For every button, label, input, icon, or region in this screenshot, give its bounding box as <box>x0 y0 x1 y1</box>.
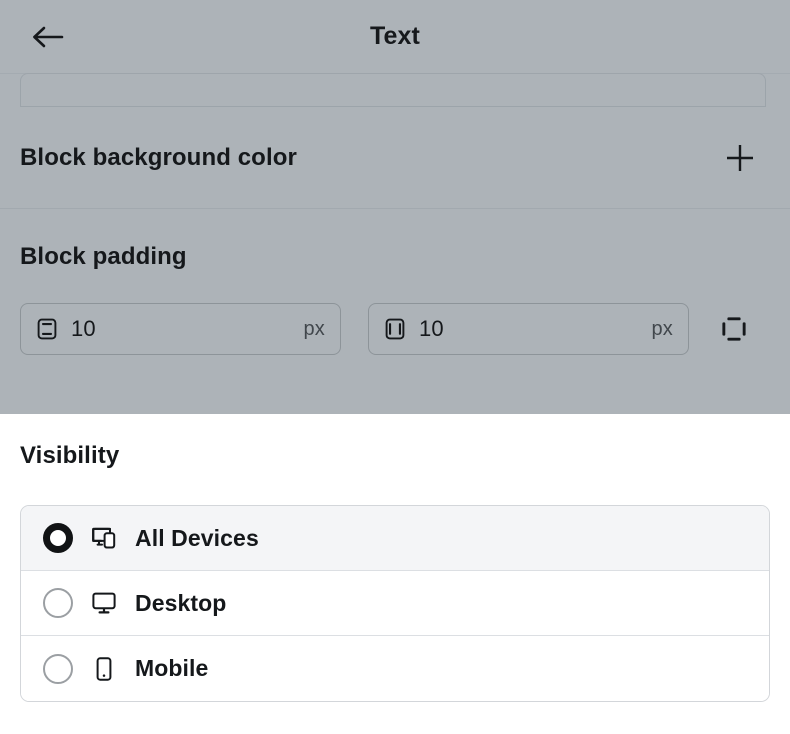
page-title: Text <box>370 22 420 51</box>
all-sides-padding-button[interactable] <box>712 307 756 351</box>
visibility-option-label: Desktop <box>135 590 226 617</box>
block-padding-controls: 10 px 10 px <box>20 303 770 355</box>
phone-icon <box>90 655 118 683</box>
block-settings-panel: Text Block background color Block paddin… <box>0 0 790 414</box>
visibility-option-label: All Devices <box>135 525 259 552</box>
devices-icon <box>90 524 118 552</box>
horizontal-padding-value: 10 <box>419 316 639 342</box>
back-button[interactable] <box>20 12 76 62</box>
settings-panel: Text Block background color Block paddin… <box>0 0 790 734</box>
visibility-section: Visibility All Devices <box>0 414 790 734</box>
visibility-option-desktop[interactable]: Desktop <box>21 571 769 636</box>
horizontal-padding-icon <box>383 317 407 341</box>
vertical-padding-input[interactable]: 10 px <box>20 303 341 355</box>
monitor-icon <box>90 589 118 617</box>
visibility-option-all-devices[interactable]: All Devices <box>21 506 769 571</box>
arrow-left-icon <box>31 23 65 51</box>
all-sides-padding-icon <box>718 313 750 345</box>
clipped-scrolled-field <box>20 73 766 107</box>
vertical-padding-value: 10 <box>71 316 291 342</box>
horizontal-padding-input[interactable]: 10 px <box>368 303 689 355</box>
horizontal-padding-unit: px <box>651 318 673 341</box>
visibility-option-label: Mobile <box>135 655 208 682</box>
header-divider <box>0 73 790 74</box>
block-padding-label: Block padding <box>20 243 770 271</box>
visibility-option-mobile[interactable]: Mobile <box>21 636 769 701</box>
block-padding-section: Block padding 10 px <box>0 209 790 355</box>
radio-mobile[interactable] <box>43 654 73 684</box>
block-background-color-row[interactable]: Block background color <box>0 107 790 208</box>
vertical-padding-icon <box>35 317 59 341</box>
add-block-background-color-button[interactable] <box>716 134 764 182</box>
visibility-option-list: All Devices Desktop <box>20 505 770 702</box>
panel-header: Text <box>0 0 790 73</box>
radio-desktop[interactable] <box>43 588 73 618</box>
visibility-title: Visibility <box>20 414 770 470</box>
vertical-padding-unit: px <box>303 318 325 341</box>
block-background-color-label: Block background color <box>20 144 297 172</box>
plus-icon <box>723 141 757 175</box>
radio-all-devices[interactable] <box>43 523 73 553</box>
